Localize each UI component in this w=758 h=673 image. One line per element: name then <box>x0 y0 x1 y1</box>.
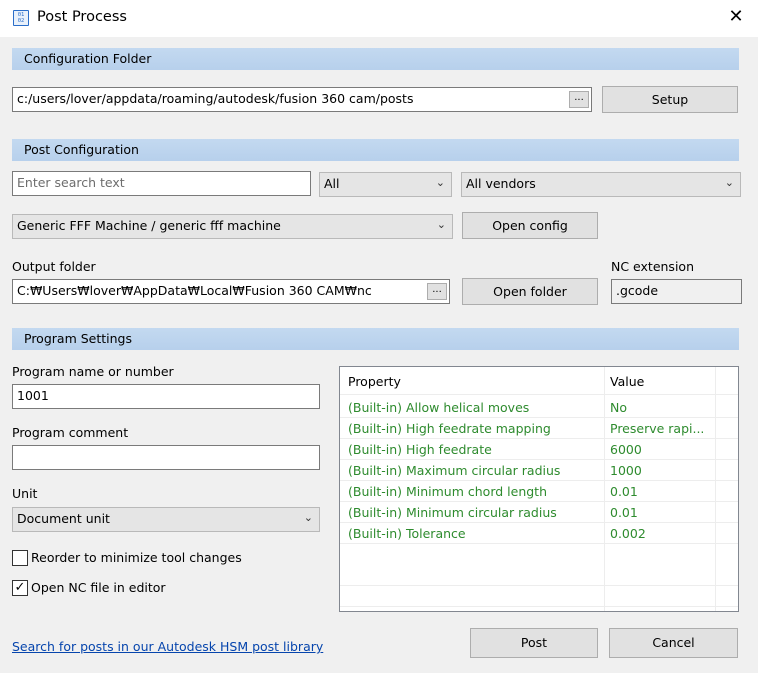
reorder-checkbox[interactable] <box>12 550 28 566</box>
post-library-link[interactable]: Search for posts in our Autodesk HSM pos… <box>12 639 323 654</box>
property-row[interactable]: (Built-in) Tolerance 0.002 <box>340 523 738 544</box>
nc-extension-label: NC extension <box>611 259 694 274</box>
setup-button[interactable]: Setup <box>602 86 738 113</box>
property-value[interactable]: 1000 <box>610 463 710 478</box>
property-value[interactable]: 0.01 <box>610 505 710 520</box>
property-name: (Built-in) Minimum chord length <box>348 484 547 499</box>
property-row[interactable]: (Built-in) Allow helical moves No <box>340 397 738 418</box>
open-folder-button[interactable]: Open folder <box>462 278 598 305</box>
program-comment-input[interactable] <box>12 445 320 470</box>
config-folder-path: c:/users/lover/appdata/roaming/autodesk/… <box>17 91 414 106</box>
property-row[interactable]: (Built-in) Minimum circular radius 0.01 <box>340 502 738 523</box>
machine-select[interactable]: Generic FFF Machine / generic fff machin… <box>12 214 453 239</box>
reorder-label: Reorder to minimize tool changes <box>31 550 242 565</box>
unit-value: Document unit <box>17 511 110 526</box>
output-folder-label: Output folder <box>12 259 96 274</box>
property-name: (Built-in) Tolerance <box>348 526 466 541</box>
property-value[interactable]: 6000 <box>610 442 710 457</box>
unit-label: Unit <box>12 486 38 501</box>
browse-output-folder-button[interactable]: ... <box>427 283 447 300</box>
property-name: (Built-in) Allow helical moves <box>348 400 530 415</box>
property-name: (Built-in) High feedrate mapping <box>348 421 551 436</box>
property-row[interactable]: (Built-in) High feedrate mapping Preserve… <box>340 418 738 439</box>
search-input[interactable]: Enter search text <box>12 171 311 196</box>
property-row[interactable]: (Built-in) Maximum circular radius 1000 <box>340 460 738 481</box>
post-button[interactable]: Post <box>470 628 598 658</box>
program-name-input[interactable]: 1001 <box>12 384 320 409</box>
document-icon: 01 02 <box>13 10 29 26</box>
output-folder-path: C:₩Users₩lover₩AppData₩Local₩Fusion 360 … <box>17 283 372 298</box>
properties-grid[interactable]: Property Value (Built-in) Allow helical … <box>339 366 739 612</box>
machine-value: Generic FFF Machine / generic fff machin… <box>17 218 281 233</box>
property-name: (Built-in) Maximum circular radius <box>348 463 561 478</box>
program-comment-label: Program comment <box>12 425 129 440</box>
close-icon[interactable]: ✕ <box>726 7 746 27</box>
property-value[interactable]: 0.002 <box>610 526 710 541</box>
nc-extension-field[interactable]: .gcode <box>611 279 742 304</box>
property-value[interactable]: No <box>610 400 710 415</box>
grid-header-row: Property Value <box>340 371 738 395</box>
window-title: Post Process <box>37 9 127 25</box>
section-header-program-settings: Program Settings <box>12 328 739 350</box>
type-filter-value: All <box>324 176 340 191</box>
empty-row <box>340 565 738 586</box>
column-header-property: Property <box>348 374 401 389</box>
vendor-filter-select[interactable]: All vendors ⌄ <box>461 172 741 197</box>
property-value[interactable]: Preserve rapi... <box>610 421 710 436</box>
chevron-down-icon: ⌄ <box>436 218 446 231</box>
open-nc-label: Open NC file in editor <box>31 580 166 595</box>
property-value[interactable]: 0.01 <box>610 484 710 499</box>
type-filter-select[interactable]: All ⌄ <box>319 172 452 197</box>
chevron-down-icon: ⌄ <box>724 176 734 189</box>
column-header-value: Value <box>610 374 645 389</box>
chevron-down-icon: ⌄ <box>435 176 445 189</box>
browse-config-folder-button[interactable]: ... <box>569 91 589 108</box>
property-name: (Built-in) High feedrate <box>348 442 492 457</box>
property-row[interactable]: (Built-in) High feedrate 6000 <box>340 439 738 460</box>
vendor-filter-value: All vendors <box>466 176 536 191</box>
property-row[interactable]: (Built-in) Minimum chord length 0.01 <box>340 481 738 502</box>
section-header-post-configuration: Post Configuration <box>12 139 739 161</box>
cancel-button[interactable]: Cancel <box>609 628 738 658</box>
output-folder-field[interactable]: C:₩Users₩lover₩AppData₩Local₩Fusion 360 … <box>12 279 450 304</box>
section-header-configuration-folder: Configuration Folder <box>12 48 739 70</box>
checkmark-icon: ✓ <box>14 580 26 595</box>
open-nc-checkbox[interactable]: ✓ <box>12 580 28 596</box>
program-name-label: Program name or number <box>12 364 174 379</box>
chevron-down-icon: ⌄ <box>303 511 313 524</box>
open-config-button[interactable]: Open config <box>462 212 598 239</box>
config-folder-field[interactable]: c:/users/lover/appdata/roaming/autodesk/… <box>12 87 592 112</box>
empty-row <box>340 586 738 607</box>
unit-select[interactable]: Document unit ⌄ <box>12 507 320 532</box>
property-name: (Built-in) Minimum circular radius <box>348 505 557 520</box>
